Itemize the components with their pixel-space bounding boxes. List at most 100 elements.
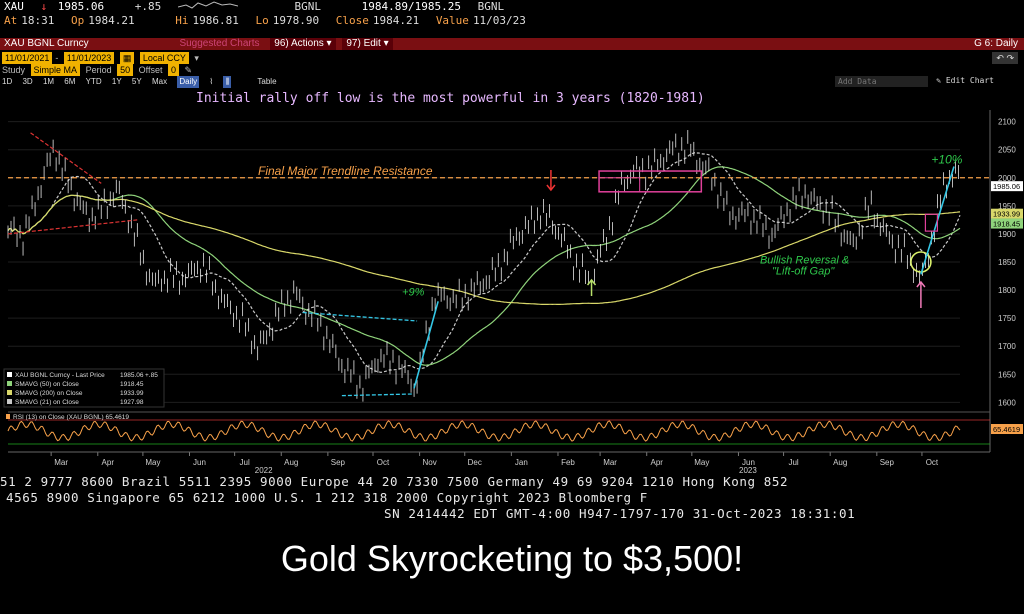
at-label: At — [4, 14, 18, 27]
date-range-controls: 11/01/2021- 11/01/2023 ▦ Local CCY ▾ ↶ ↷ — [0, 52, 1024, 64]
chart-axes: 1600165017001750180018501900195020002050… — [8, 110, 1023, 474]
open-label: Op — [71, 14, 85, 27]
expand-icon[interactable]: ▾ — [194, 52, 199, 64]
study-select[interactable]: Simple MA — [30, 64, 81, 76]
month-label: Oct — [926, 458, 939, 467]
rsi-panel: RSI (13) on Close (XAU BGNL) 65.4619 65.4… — [6, 411, 1023, 445]
caption: Gold Skyrocketing to $3,500! — [280, 538, 744, 579]
resistance-label: Final Major Trendline Resistance — [258, 164, 433, 178]
undo-redo-icons[interactable]: ↶ ↷ — [992, 52, 1018, 64]
at-time: 18:31 — [21, 14, 55, 27]
chart-toolbar: XAU BGNL Curncy Suggested Charts 96) Act… — [0, 38, 1024, 50]
month-label: Dec — [468, 458, 482, 467]
plus10-label: +10% — [931, 153, 962, 167]
pencil-icon[interactable]: ✎ — [185, 64, 193, 76]
month-label: May — [145, 458, 160, 467]
calendar-icon[interactable]: ▦ — [119, 52, 135, 64]
price-chart: Final Major Trendline Resistance Initial … — [3, 91, 1023, 474]
legend-name: SMAVG (21) on Close — [15, 399, 79, 406]
legend-swatch — [7, 381, 12, 386]
month-label: Mar — [54, 458, 68, 467]
chart-annotations: Final Major Trendline Resistance Initial … — [7, 91, 990, 397]
month-label: Feb — [561, 458, 575, 467]
rsi-label: RSI (13) on Close (XAU BGNL) 65.4619 — [13, 414, 129, 421]
down-arrow-icon: ↓ — [40, 0, 48, 13]
chart-title: Initial rally off low is the most powerf… — [196, 91, 705, 106]
plus9-label: +9% — [402, 287, 425, 299]
red-trendline-2 — [7, 219, 138, 235]
legend-swatch — [7, 372, 12, 377]
reversal-label-2: "Lift-off Gap" — [772, 265, 835, 277]
wedge-upper — [302, 311, 418, 322]
edit-chart-button[interactable]: ✎ Edit Chart — [936, 76, 994, 85]
footer-contacts-1: 51 2 9777 8600 Brazil 5511 2395 9000 Eur… — [0, 474, 789, 489]
y-tick-label: 1800 — [998, 286, 1016, 295]
high-value: 1986.81 — [192, 14, 239, 27]
high-label: Hi — [175, 14, 189, 27]
red-trendline-1 — [30, 132, 102, 184]
offset-field[interactable]: 0 — [168, 64, 180, 76]
footer-contacts-2: 4565 8900 Singapore 65 6212 1000 U.S. 1 … — [6, 490, 648, 505]
actions-button[interactable]: 96) Actions ▾ — [270, 38, 336, 50]
legend-swatch — [7, 390, 12, 395]
quote-header: XAU ↓ 1985.06 +.85 BGNL 1984.89/1985.25 … — [0, 0, 1024, 14]
currency-select[interactable]: Local CCY — [139, 52, 189, 64]
month-label: Apr — [102, 458, 115, 467]
rsi-swatch — [6, 414, 10, 419]
quote-details: At 18:31 Op 1984.21 Hi 1986.81 Lo 1978.90 Cl… — [0, 14, 1024, 28]
ma50-tag: 1918.45 — [993, 220, 1020, 229]
last-price: 1985.06 — [57, 0, 105, 13]
resistance-box-inner — [598, 177, 641, 193]
close-value: 1984.21 — [372, 14, 420, 27]
security-name[interactable]: XAU BGNL Curncy — [4, 38, 89, 49]
resistance-box — [598, 170, 703, 193]
legend-value: 1918.45 — [120, 381, 144, 388]
y-tick-label: 2100 — [998, 118, 1016, 127]
last-price-tag: 1985.06 — [993, 182, 1020, 191]
month-label: Jun — [193, 458, 206, 467]
wedge-lower — [341, 393, 415, 397]
legend-change: +.85 — [145, 372, 158, 379]
offset-label: Offset — [138, 65, 163, 75]
y-tick-label: 1700 — [998, 342, 1016, 351]
legend-swatch — [7, 399, 12, 404]
legend-value: 1933.99 — [120, 390, 144, 397]
month-label: May — [694, 458, 709, 467]
month-label: Sep — [331, 458, 346, 467]
edit-button[interactable]: 97) Edit ▾ — [342, 38, 393, 50]
y-tick-label: 1600 — [998, 398, 1016, 407]
chart-legend: XAU BGNL Curncy - Last Price 1985.06 +.85 S… — [3, 368, 165, 408]
rally-line-2022 — [413, 301, 439, 389]
y-tick-label: 2050 — [998, 146, 1016, 155]
sparkline-icon — [177, 0, 248, 10]
close-label: Close — [335, 14, 369, 27]
legend-value: 1927.98 — [120, 399, 144, 406]
ma200-line — [7, 194, 961, 306]
month-label: Jul — [240, 458, 250, 467]
y-tick-label: 1850 — [998, 258, 1016, 267]
price-change: +.85 — [134, 0, 162, 13]
legend-value: 1985.06 — [120, 372, 144, 379]
end-date-field[interactable]: 11/01/2023 — [63, 52, 115, 64]
legend-name: XAU BGNL Curncy - Last Price — [15, 372, 105, 379]
month-label: Aug — [833, 458, 847, 467]
period-label: Period — [85, 65, 112, 75]
start-date-field[interactable]: 11/01/2021 — [2, 52, 53, 64]
bid-ask: 1984.89/1985.25 — [361, 0, 461, 13]
period-field[interactable]: 50 — [117, 64, 134, 76]
month-label: Jan — [515, 458, 528, 467]
suggested-charts-button[interactable]: Suggested Charts — [175, 38, 263, 50]
low-value: 1978.90 — [272, 14, 320, 27]
value-date: 11/03/23 — [472, 14, 526, 27]
rsi-line — [7, 420, 961, 442]
open-value: 1984.21 — [88, 14, 135, 27]
rsi-tag: 65.4619 — [993, 425, 1020, 434]
y-tick-label: 1650 — [998, 370, 1016, 379]
month-label: Sep — [880, 458, 895, 467]
study-label: Study — [2, 65, 26, 75]
low-label: Lo — [255, 14, 269, 27]
legend-name: SMAVG (200) on Close — [15, 390, 83, 397]
ticker: XAU — [4, 0, 24, 13]
year-label: 2023 — [739, 466, 757, 474]
value-label: Value — [435, 14, 469, 27]
